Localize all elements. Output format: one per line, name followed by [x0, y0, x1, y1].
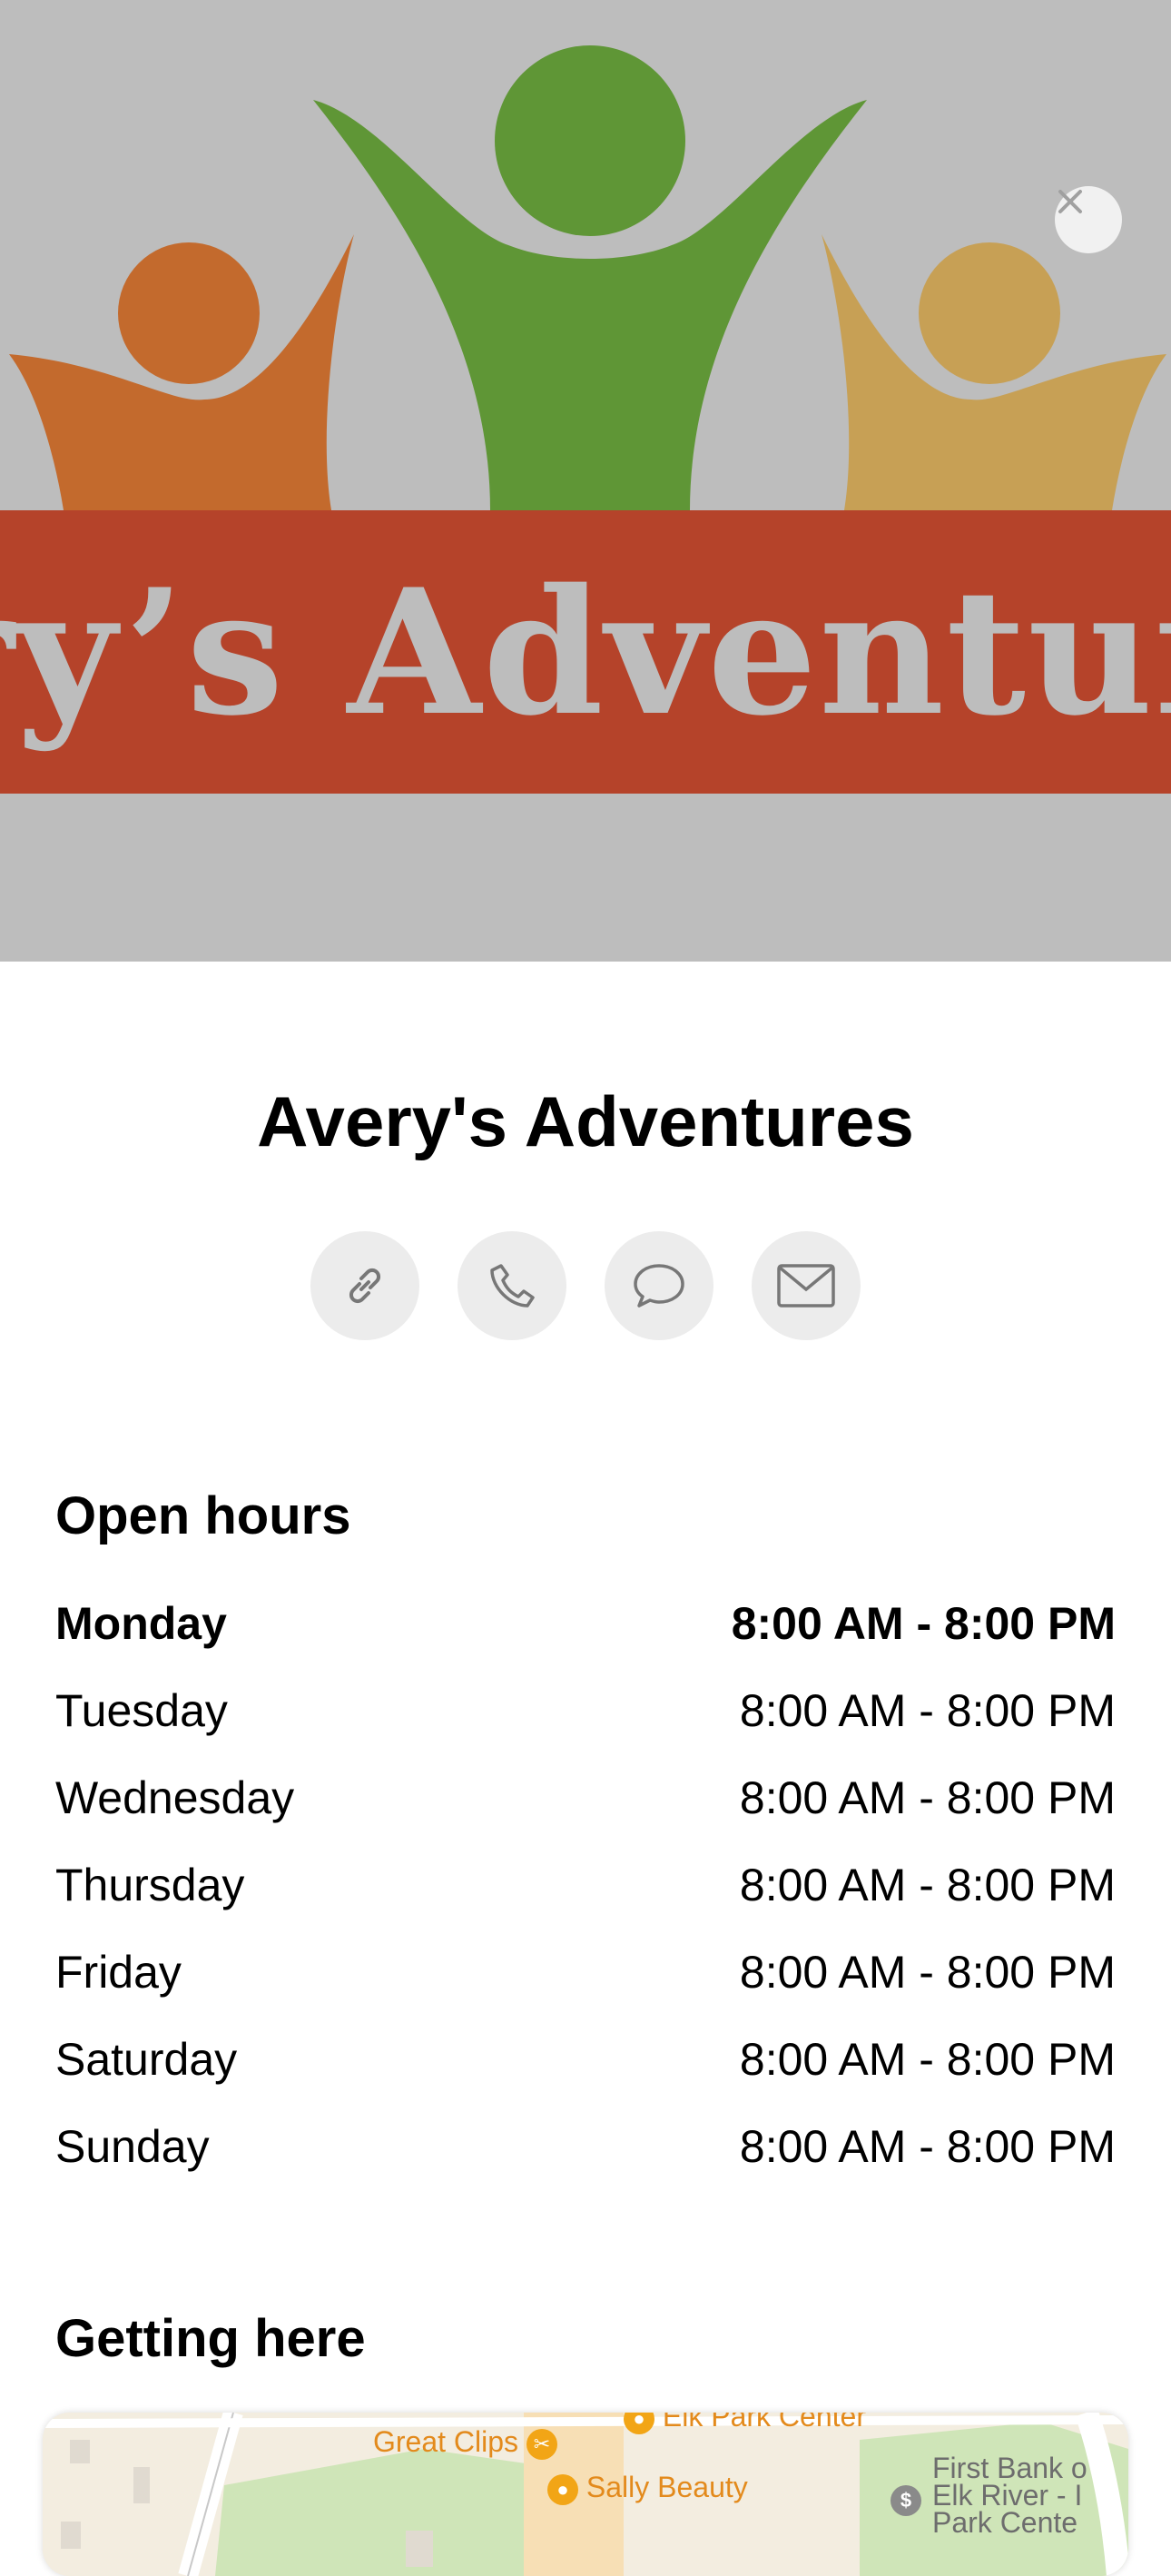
- hours-day: Saturday: [55, 2034, 238, 2085]
- hero-image: ery’s Adventure: [0, 0, 1171, 962]
- hours-day: Wednesday: [55, 1772, 295, 1823]
- close-button[interactable]: [1055, 186, 1122, 253]
- hours-day: Thursday: [55, 1860, 245, 1910]
- location-map[interactable]: ● Elk Park Center Great Clips ✂ ● Sally …: [43, 2413, 1128, 2576]
- bank-pin-icon: $: [891, 2485, 921, 2516]
- hours-row: Sunday 8:00 AM - 8:00 PM: [55, 2103, 1116, 2190]
- mail-button[interactable]: [752, 1231, 861, 1340]
- hours-row: Friday 8:00 AM - 8:00 PM: [55, 1929, 1116, 2016]
- logo-figures: [0, 45, 1171, 794]
- business-name: Avery's Adventures: [257, 1081, 914, 1161]
- scissors-pin-icon: ✂: [526, 2428, 557, 2460]
- mail-icon: [777, 1264, 835, 1308]
- open-hours-title: Open hours: [55, 1486, 351, 1545]
- link-button[interactable]: [310, 1231, 419, 1340]
- hours-time: 8:00 AM - 8:00 PM: [739, 1772, 1116, 1823]
- map-label-first-bank: $ First Bank o Elk River - I Park Cente: [891, 2453, 1087, 2537]
- action-buttons: [0, 1231, 1171, 1340]
- hours-time: 8:00 AM - 8:00 PM: [739, 2121, 1116, 2172]
- hours-time: 8:00 AM - 8:00 PM: [739, 2034, 1116, 2085]
- hours-row: Wednesday 8:00 AM - 8:00 PM: [55, 1754, 1116, 1841]
- shopping-pin-icon: ●: [624, 2413, 654, 2434]
- hours-row: Monday 8:00 AM - 8:00 PM: [55, 1580, 1116, 1667]
- getting-here-title: Getting here: [55, 2309, 366, 2368]
- map-label-elk-park-center: ● Elk Park Center: [624, 2413, 866, 2434]
- message-button[interactable]: [605, 1231, 713, 1340]
- hours-day: Tuesday: [55, 1685, 228, 1736]
- hours-day: Sunday: [55, 2121, 210, 2172]
- map-label-sally-beauty: ● Sally Beauty: [547, 2471, 748, 2505]
- hours-row: Tuesday 8:00 AM - 8:00 PM: [55, 1667, 1116, 1754]
- close-icon: [1058, 190, 1082, 213]
- hours-day: Friday: [55, 1947, 182, 1998]
- hours-time: 8:00 AM - 8:00 PM: [731, 1598, 1116, 1649]
- open-hours-list: Monday 8:00 AM - 8:00 PM Tuesday 8:00 AM - …: [55, 1580, 1116, 2190]
- message-icon: [634, 1264, 684, 1308]
- hours-time: 8:00 AM - 8:00 PM: [739, 1860, 1116, 1910]
- link-icon: [349, 1268, 381, 1304]
- phone-icon: [490, 1264, 535, 1308]
- hours-row: Saturday 8:00 AM - 8:00 PM: [55, 2016, 1116, 2103]
- hours-day: Monday: [55, 1598, 227, 1649]
- hours-time: 8:00 AM - 8:00 PM: [739, 1947, 1116, 1998]
- hours-time: 8:00 AM - 8:00 PM: [739, 1685, 1116, 1736]
- map-label-great-clips: Great Clips ✂: [373, 2425, 557, 2460]
- hours-row: Thursday 8:00 AM - 8:00 PM: [55, 1841, 1116, 1929]
- call-button[interactable]: [458, 1231, 566, 1340]
- shopping-bag-pin-icon: ●: [547, 2473, 578, 2505]
- banner-text: ery’s Adventure: [0, 550, 1171, 754]
